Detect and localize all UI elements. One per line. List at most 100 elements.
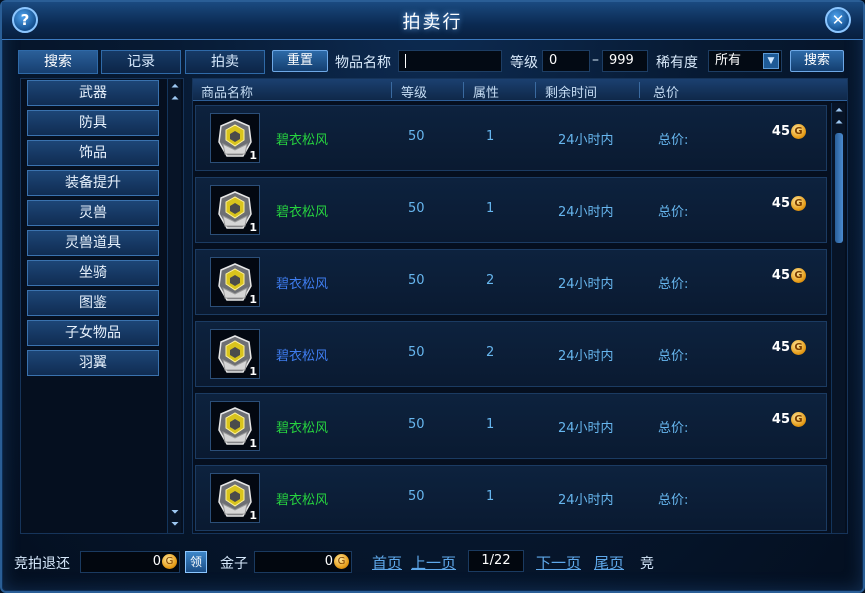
- item-quantity: 1: [249, 293, 257, 306]
- header-time-left: 剩余时间: [545, 86, 598, 101]
- price-value: 45 G: [772, 412, 806, 427]
- item-name: 碧衣松风: [276, 493, 329, 508]
- item-slot[interactable]: 1: [210, 329, 260, 379]
- item-name: 碧衣松风: [276, 133, 329, 148]
- tab-auction[interactable]: 拍卖: [185, 50, 265, 74]
- item-slot[interactable]: 1: [210, 473, 260, 523]
- table-row[interactable]: 1 碧衣松风 50 1 24小时内 总价: 45 G: [195, 177, 827, 243]
- close-icon[interactable]: ✕: [825, 7, 851, 33]
- category-wings[interactable]: 羽翼: [27, 350, 159, 376]
- price-label: 总价:: [658, 133, 689, 148]
- price-label: 总价:: [658, 349, 689, 364]
- category-weapons[interactable]: 武器: [27, 80, 159, 106]
- search-button[interactable]: 搜索: [790, 50, 844, 72]
- category-scrollbar[interactable]: ⏶ ⏶ ⏷ ⏷: [167, 79, 181, 533]
- item-name: 碧衣松风: [276, 205, 329, 220]
- table-row[interactable]: 1 碧衣松风 50 1 24小时内 总价:: [195, 465, 827, 531]
- claim-button[interactable]: 领: [185, 551, 207, 573]
- item-quantity: 1: [249, 149, 257, 162]
- gold-coin-icon: G: [162, 554, 177, 569]
- listing-scrollbar[interactable]: ⏶ ⏶: [831, 103, 845, 533]
- gold-amount: 0G: [254, 551, 352, 573]
- table-row[interactable]: 1 碧衣松风 50 2 24小时内 总价: 45 G: [195, 249, 827, 315]
- item-attribute: 2: [486, 345, 495, 360]
- category-mounts[interactable]: 坐骑: [27, 260, 159, 286]
- category-pets[interactable]: 灵兽: [27, 200, 159, 226]
- gold-label: 金子: [220, 556, 248, 572]
- last-page-link[interactable]: 尾页: [594, 552, 624, 573]
- level-separator: –: [592, 52, 599, 68]
- item-slot[interactable]: 1: [210, 257, 260, 307]
- item-quantity: 1: [249, 365, 257, 378]
- reset-button[interactable]: 重置: [272, 50, 328, 72]
- item-slot[interactable]: 1: [210, 113, 260, 163]
- item-time-left: 24小时内: [558, 133, 614, 148]
- item-attribute: 1: [486, 201, 495, 216]
- scroll-down-icon[interactable]: ⏷: [168, 519, 182, 531]
- window-title: 拍卖行: [402, 12, 463, 33]
- title-bar: ? 拍卖行 ✕: [2, 2, 863, 40]
- gold-coin-icon: G: [791, 124, 806, 139]
- item-quantity: 1: [249, 509, 257, 522]
- category-children-items[interactable]: 子女物品: [27, 320, 159, 346]
- price-label: 总价:: [658, 205, 689, 220]
- item-level: 50: [408, 489, 425, 504]
- scroll-down-icon[interactable]: ⏷: [168, 507, 182, 519]
- item-time-left: 24小时内: [558, 349, 614, 364]
- category-codex[interactable]: 图鉴: [27, 290, 159, 316]
- page-indicator: 1/22: [468, 550, 524, 572]
- header-item-name: 商品名称: [201, 86, 254, 101]
- trailing-label: 竞: [640, 556, 654, 572]
- prev-page-link[interactable]: 上一页: [411, 552, 456, 573]
- category-accessories[interactable]: 饰品: [27, 140, 159, 166]
- item-slot[interactable]: 1: [210, 185, 260, 235]
- category-armor[interactable]: 防具: [27, 110, 159, 136]
- gold-coin-icon: G: [791, 196, 806, 211]
- table-row[interactable]: 1 碧衣松风 50 1 24小时内 总价: 45 G: [195, 393, 827, 459]
- item-attribute: 1: [486, 417, 495, 432]
- tab-records[interactable]: 记录: [101, 50, 181, 74]
- scroll-up-icon[interactable]: ⏶: [168, 93, 182, 105]
- item-attribute: 1: [486, 129, 495, 144]
- price-label: 总价:: [658, 277, 689, 292]
- item-time-left: 24小时内: [558, 277, 614, 292]
- item-attribute: 1: [486, 489, 495, 504]
- rarity-select[interactable]: 所有 ▼: [708, 50, 782, 72]
- scroll-up-icon[interactable]: ⏶: [832, 105, 846, 117]
- header-level: 等级: [401, 86, 428, 101]
- header-attribute: 属性: [473, 86, 500, 101]
- level-label: 等级: [510, 55, 538, 71]
- next-page-link[interactable]: 下一页: [536, 552, 581, 573]
- gold-coin-icon: G: [791, 340, 806, 355]
- scroll-up-icon[interactable]: ⏶: [168, 81, 182, 93]
- table-header: 商品名称 等级 属性 剩余时间 总价: [193, 79, 847, 101]
- table-row[interactable]: 1 碧衣松风 50 2 24小时内 总价: 45 G: [195, 321, 827, 387]
- auction-window: ? 拍卖行 ✕ 搜索 记录 拍卖 重置 物品名称 等级 0 – 999 稀有度 …: [0, 0, 865, 593]
- scroll-thumb[interactable]: [835, 133, 843, 243]
- category-upgrades[interactable]: 装备提升: [27, 170, 159, 196]
- category-pet-items[interactable]: 灵兽道具: [27, 230, 159, 256]
- item-quantity: 1: [249, 437, 257, 450]
- level-max-input[interactable]: 999: [602, 50, 648, 72]
- item-time-left: 24小时内: [558, 421, 614, 436]
- item-quantity: 1: [249, 221, 257, 234]
- item-name-input[interactable]: [398, 50, 502, 72]
- item-level: 50: [408, 129, 425, 144]
- item-level: 50: [408, 273, 425, 288]
- item-slot[interactable]: 1: [210, 401, 260, 451]
- gold-coin-icon: G: [791, 268, 806, 283]
- price-label: 总价:: [658, 493, 689, 508]
- dropdown-arrow-icon[interactable]: ▼: [763, 53, 779, 69]
- item-name: 碧衣松风: [276, 349, 329, 364]
- price-value: 45 G: [772, 124, 806, 139]
- level-min-input[interactable]: 0: [542, 50, 590, 72]
- item-level: 50: [408, 201, 425, 216]
- scroll-up-icon[interactable]: ⏶: [832, 117, 846, 129]
- item-name-label: 物品名称: [335, 55, 391, 71]
- gold-coin-icon: G: [791, 412, 806, 427]
- price-value: 45 G: [772, 196, 806, 211]
- tab-search[interactable]: 搜索: [18, 50, 98, 74]
- table-row[interactable]: 1 碧衣松风 50 1 24小时内 总价: 45 G: [195, 105, 827, 171]
- item-level: 50: [408, 417, 425, 432]
- first-page-link[interactable]: 首页: [372, 552, 402, 573]
